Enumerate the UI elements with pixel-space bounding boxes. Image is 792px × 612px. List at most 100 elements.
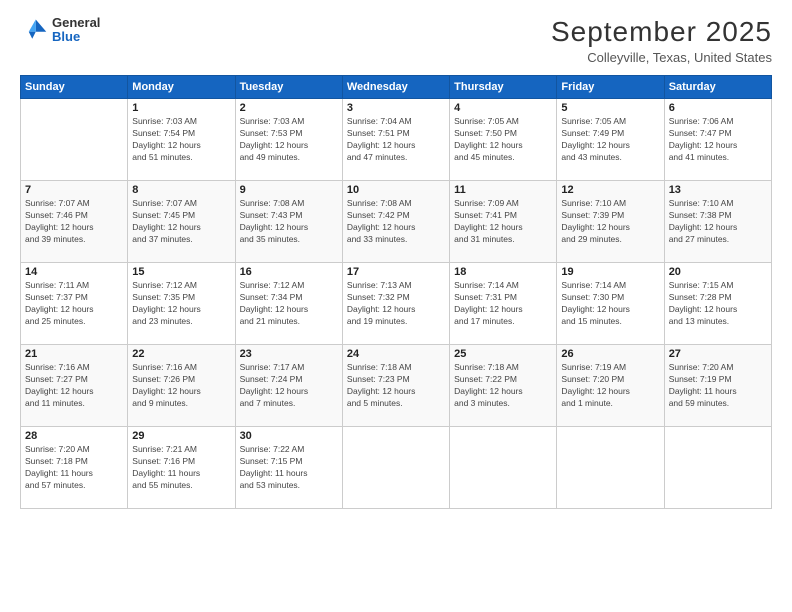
day-number: 11: [454, 184, 552, 196]
day-number: 4: [454, 102, 552, 114]
cell-0-2: 2 Sunrise: 7:03 AM Sunset: 7:53 PM Daylig…: [235, 99, 342, 181]
day-number: 24: [347, 348, 445, 360]
day-info: Sunrise: 7:13 AM Sunset: 7:32 PM Dayligh…: [347, 280, 445, 328]
column-header-monday: Monday: [128, 76, 235, 99]
page: General Blue September 2025 Colleyville,…: [0, 0, 792, 612]
day-info: Sunrise: 7:14 AM Sunset: 7:31 PM Dayligh…: [454, 280, 552, 328]
day-info: Sunrise: 7:22 AM Sunset: 7:15 PM Dayligh…: [240, 444, 338, 492]
day-number: 2: [240, 102, 338, 114]
day-number: 12: [561, 184, 659, 196]
cell-0-0: [21, 99, 128, 181]
day-info: Sunrise: 7:05 AM Sunset: 7:50 PM Dayligh…: [454, 116, 552, 164]
day-info: Sunrise: 7:10 AM Sunset: 7:38 PM Dayligh…: [669, 198, 767, 246]
day-number: 9: [240, 184, 338, 196]
logo-general: General: [52, 16, 100, 30]
day-number: 18: [454, 266, 552, 278]
day-number: 23: [240, 348, 338, 360]
cell-4-6: [664, 427, 771, 509]
week-row-1: 7Sunrise: 7:07 AM Sunset: 7:46 PM Daylig…: [21, 181, 772, 263]
logo-text: General Blue: [52, 16, 100, 45]
cell-3-2: 23 Sunrise: 7:17 AM Sunset: 7:24 PM Dayli…: [235, 345, 342, 427]
cell-1-6: 13 Sunrise: 7:10 AM Sunset: 7:38 PM Dayli…: [664, 181, 771, 263]
day-info: Sunrise: 7:19 AM Sunset: 7:20 PM Dayligh…: [561, 362, 659, 410]
week-row-0: 1Sunrise: 7:03 AM Sunset: 7:54 PM Daylig…: [21, 99, 772, 181]
day-number: 19: [561, 266, 659, 278]
cell-0-5: 5Sunrise: 7:05 AM Sunset: 7:49 PM Daylig…: [557, 99, 664, 181]
column-header-friday: Friday: [557, 76, 664, 99]
cell-4-3: [342, 427, 449, 509]
cell-4-1: 29Sunrise: 7:21 AM Sunset: 7:16 PM Dayli…: [128, 427, 235, 509]
day-info: Sunrise: 7:16 AM Sunset: 7:26 PM Dayligh…: [132, 362, 230, 410]
day-info: Sunrise: 7:20 AM Sunset: 7:19 PM Dayligh…: [669, 362, 767, 410]
day-info: Sunrise: 7:07 AM Sunset: 7:45 PM Dayligh…: [132, 198, 230, 246]
column-header-saturday: Saturday: [664, 76, 771, 99]
cell-1-1: 8Sunrise: 7:07 AM Sunset: 7:45 PM Daylig…: [128, 181, 235, 263]
day-number: 21: [25, 348, 123, 360]
logo: General Blue: [20, 16, 100, 45]
day-number: 13: [669, 184, 767, 196]
day-number: 25: [454, 348, 552, 360]
cell-3-6: 27 Sunrise: 7:20 AM Sunset: 7:19 PM Dayli…: [664, 345, 771, 427]
day-info: Sunrise: 7:03 AM Sunset: 7:54 PM Dayligh…: [132, 116, 230, 164]
cell-2-6: 20 Sunrise: 7:15 AM Sunset: 7:28 PM Dayli…: [664, 263, 771, 345]
calendar-table: SundayMondayTuesdayWednesdayThursdayFrid…: [20, 75, 772, 509]
day-number: 20: [669, 266, 767, 278]
column-header-thursday: Thursday: [450, 76, 557, 99]
cell-4-4: [450, 427, 557, 509]
month-title: September 2025: [551, 16, 772, 48]
header: General Blue September 2025 Colleyville,…: [20, 16, 772, 65]
day-info: Sunrise: 7:18 AM Sunset: 7:22 PM Dayligh…: [454, 362, 552, 410]
cell-1-3: 10 Sunrise: 7:08 AM Sunset: 7:42 PM Dayli…: [342, 181, 449, 263]
logo-blue: Blue: [52, 30, 100, 44]
column-header-wednesday: Wednesday: [342, 76, 449, 99]
day-info: Sunrise: 7:12 AM Sunset: 7:34 PM Dayligh…: [240, 280, 338, 328]
cell-2-3: 17 Sunrise: 7:13 AM Sunset: 7:32 PM Dayli…: [342, 263, 449, 345]
day-number: 10: [347, 184, 445, 196]
calendar-header-row: SundayMondayTuesdayWednesdayThursdayFrid…: [21, 76, 772, 99]
week-row-4: 28Sunrise: 7:20 AM Sunset: 7:18 PM Dayli…: [21, 427, 772, 509]
day-info: Sunrise: 7:09 AM Sunset: 7:41 PM Dayligh…: [454, 198, 552, 246]
cell-1-2: 9 Sunrise: 7:08 AM Sunset: 7:43 PM Daylig…: [235, 181, 342, 263]
cell-2-4: 18 Sunrise: 7:14 AM Sunset: 7:31 PM Dayli…: [450, 263, 557, 345]
day-info: Sunrise: 7:10 AM Sunset: 7:39 PM Dayligh…: [561, 198, 659, 246]
cell-0-4: 4 Sunrise: 7:05 AM Sunset: 7:50 PM Daylig…: [450, 99, 557, 181]
cell-0-3: 3Sunrise: 7:04 AM Sunset: 7:51 PM Daylig…: [342, 99, 449, 181]
day-number: 30: [240, 430, 338, 442]
cell-0-1: 1Sunrise: 7:03 AM Sunset: 7:54 PM Daylig…: [128, 99, 235, 181]
day-info: Sunrise: 7:15 AM Sunset: 7:28 PM Dayligh…: [669, 280, 767, 328]
cell-2-2: 16 Sunrise: 7:12 AM Sunset: 7:34 PM Dayli…: [235, 263, 342, 345]
cell-3-1: 22 Sunrise: 7:16 AM Sunset: 7:26 PM Dayli…: [128, 345, 235, 427]
cell-1-0: 7Sunrise: 7:07 AM Sunset: 7:46 PM Daylig…: [21, 181, 128, 263]
day-info: Sunrise: 7:08 AM Sunset: 7:43 PM Dayligh…: [240, 198, 338, 246]
cell-3-0: 21 Sunrise: 7:16 AM Sunset: 7:27 PM Dayli…: [21, 345, 128, 427]
day-info: Sunrise: 7:08 AM Sunset: 7:42 PM Dayligh…: [347, 198, 445, 246]
day-info: Sunrise: 7:07 AM Sunset: 7:46 PM Dayligh…: [25, 198, 123, 246]
day-number: 16: [240, 266, 338, 278]
cell-2-5: 19 Sunrise: 7:14 AM Sunset: 7:30 PM Dayli…: [557, 263, 664, 345]
day-info: Sunrise: 7:03 AM Sunset: 7:53 PM Dayligh…: [240, 116, 338, 164]
day-info: Sunrise: 7:06 AM Sunset: 7:47 PM Dayligh…: [669, 116, 767, 164]
subtitle: Colleyville, Texas, United States: [551, 50, 772, 65]
column-header-tuesday: Tuesday: [235, 76, 342, 99]
day-info: Sunrise: 7:12 AM Sunset: 7:35 PM Dayligh…: [132, 280, 230, 328]
column-header-sunday: Sunday: [21, 76, 128, 99]
cell-4-5: [557, 427, 664, 509]
week-row-2: 14Sunrise: 7:11 AM Sunset: 7:37 PM Dayli…: [21, 263, 772, 345]
day-info: Sunrise: 7:14 AM Sunset: 7:30 PM Dayligh…: [561, 280, 659, 328]
week-row-3: 21 Sunrise: 7:16 AM Sunset: 7:27 PM Dayli…: [21, 345, 772, 427]
day-number: 14: [25, 266, 123, 278]
day-number: 22: [132, 348, 230, 360]
day-number: 6: [669, 102, 767, 114]
day-number: 17: [347, 266, 445, 278]
day-info: Sunrise: 7:17 AM Sunset: 7:24 PM Dayligh…: [240, 362, 338, 410]
day-info: Sunrise: 7:16 AM Sunset: 7:27 PM Dayligh…: [25, 362, 123, 410]
day-info: Sunrise: 7:18 AM Sunset: 7:23 PM Dayligh…: [347, 362, 445, 410]
day-info: Sunrise: 7:20 AM Sunset: 7:18 PM Dayligh…: [25, 444, 123, 492]
cell-4-0: 28Sunrise: 7:20 AM Sunset: 7:18 PM Dayli…: [21, 427, 128, 509]
cell-3-3: 24 Sunrise: 7:18 AM Sunset: 7:23 PM Dayli…: [342, 345, 449, 427]
cell-1-5: 12 Sunrise: 7:10 AM Sunset: 7:39 PM Dayli…: [557, 181, 664, 263]
title-block: September 2025 Colleyville, Texas, Unite…: [551, 16, 772, 65]
day-number: 3: [347, 102, 445, 114]
cell-0-6: 6 Sunrise: 7:06 AM Sunset: 7:47 PM Daylig…: [664, 99, 771, 181]
day-number: 27: [669, 348, 767, 360]
